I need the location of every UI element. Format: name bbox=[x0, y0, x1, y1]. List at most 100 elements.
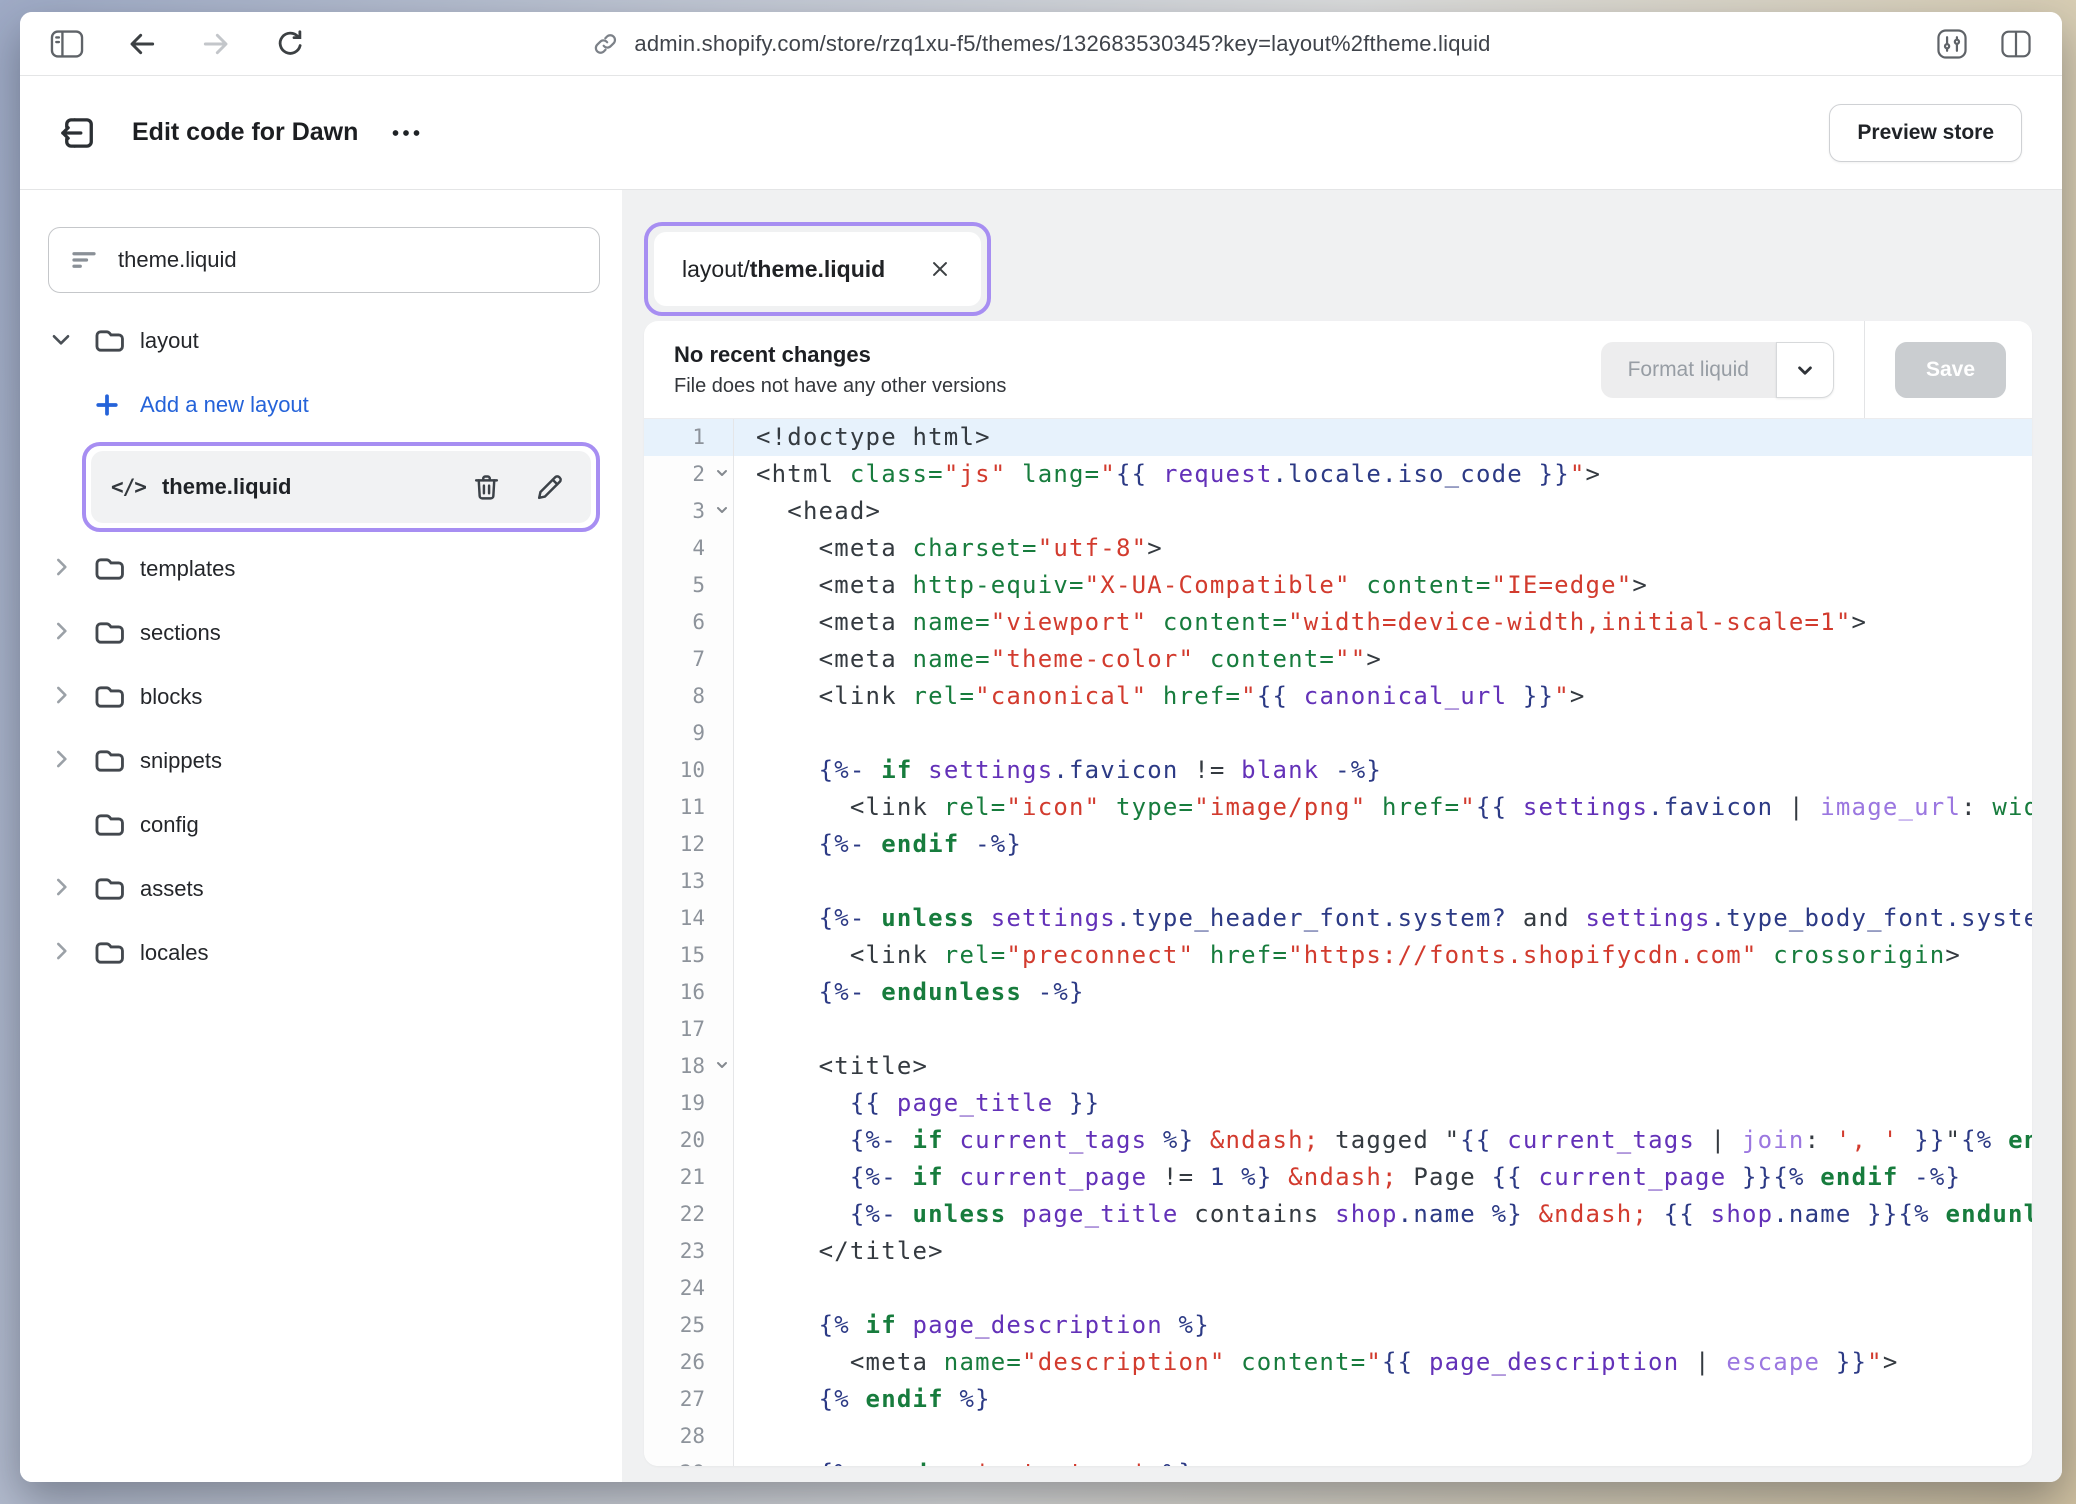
line-number: 18 bbox=[644, 1048, 734, 1085]
sidebar-item-locales[interactable]: locales bbox=[48, 921, 600, 985]
code-line[interactable]: 7 <meta name="theme-color" content=""> bbox=[644, 641, 2032, 678]
line-number: 4 bbox=[644, 530, 734, 567]
code-editor[interactable]: 1 <!doctype html> 2 <html class="js" lan… bbox=[644, 419, 2032, 1466]
code-line[interactable]: 4 <meta charset="utf-8"> bbox=[644, 530, 2032, 567]
code-line[interactable]: 8 <link rel="canonical" href="{{ canonic… bbox=[644, 678, 2032, 715]
line-number: 19 bbox=[644, 1085, 734, 1122]
code-line[interactable]: 16 {%- endunless -%} bbox=[644, 974, 2032, 1011]
file-filter-box[interactable] bbox=[48, 227, 600, 293]
tab-theme-liquid[interactable]: layout/theme.liquid bbox=[654, 232, 981, 306]
code-line[interactable]: 15 <link rel="preconnect" href="https://… bbox=[644, 937, 2032, 974]
chevron-right-icon bbox=[48, 874, 74, 905]
code-line[interactable]: 29 {% render 'meta-tags' %} bbox=[644, 1455, 2032, 1466]
code-line[interactable]: 21 {%- if current_page != 1 %} &ndash; P… bbox=[644, 1159, 2032, 1196]
format-liquid-button[interactable]: Format liquid bbox=[1601, 342, 1776, 398]
code-line[interactable]: 20 {%- if current_tags %} &ndash; tagged… bbox=[644, 1122, 2032, 1159]
code-line[interactable]: 26 <meta name="description" content="{{ … bbox=[644, 1344, 2032, 1381]
code-line[interactable]: 24 bbox=[644, 1270, 2032, 1307]
line-number: 22 bbox=[644, 1196, 734, 1233]
tab-path-prefix: layout/ bbox=[682, 256, 750, 283]
code-line[interactable]: 17 bbox=[644, 1011, 2032, 1048]
header-divider bbox=[1864, 321, 1865, 418]
fold-chevron-icon[interactable] bbox=[714, 1057, 730, 1073]
file-filter-input[interactable] bbox=[116, 246, 579, 274]
line-number: 16 bbox=[644, 974, 734, 1011]
code-line[interactable]: 18 <title> bbox=[644, 1048, 2032, 1085]
line-number: 2 bbox=[644, 456, 734, 493]
folder-icon bbox=[92, 808, 134, 842]
sidebar-item-assets[interactable]: assets bbox=[48, 857, 600, 921]
line-number: 8 bbox=[644, 678, 734, 715]
browser-window: admin.shopify.com/store/rzq1xu-f5/themes… bbox=[20, 12, 2062, 1482]
page-settings-icon[interactable] bbox=[1936, 28, 1968, 60]
tab-highlight-outline: layout/theme.liquid bbox=[644, 222, 991, 316]
file-sidebar: layout Add a new layout </> theme.liquid… bbox=[20, 190, 622, 1482]
line-number: 12 bbox=[644, 826, 734, 863]
sidebar-item-sections[interactable]: sections bbox=[48, 601, 600, 665]
format-options-caret[interactable] bbox=[1776, 342, 1834, 398]
folder-icon bbox=[92, 936, 134, 970]
sidebar-item-blocks[interactable]: blocks bbox=[48, 665, 600, 729]
delete-file-icon[interactable] bbox=[471, 472, 502, 503]
line-number: 20 bbox=[644, 1122, 734, 1159]
code-line[interactable]: 9 bbox=[644, 715, 2032, 752]
sidebar-item-theme-liquid[interactable]: </> theme.liquid bbox=[91, 451, 591, 523]
code-line[interactable]: 13 bbox=[644, 863, 2032, 900]
address-bar[interactable]: admin.shopify.com/store/rzq1xu-f5/themes… bbox=[591, 12, 1490, 75]
line-number: 29 bbox=[644, 1455, 734, 1466]
code-line[interactable]: 10 {%- if settings.favicon != blank -%} bbox=[644, 752, 2032, 789]
fold-chevron-icon[interactable] bbox=[714, 465, 730, 481]
browser-toolbar: admin.shopify.com/store/rzq1xu-f5/themes… bbox=[20, 12, 2062, 76]
code-line[interactable]: 12 {%- endif -%} bbox=[644, 826, 2032, 863]
code-file-icon: </> bbox=[111, 475, 146, 499]
folder-icon bbox=[92, 680, 134, 714]
line-number: 5 bbox=[644, 567, 734, 604]
code-line[interactable]: 5 <meta http-equiv="X-UA-Compatible" con… bbox=[644, 567, 2032, 604]
exit-editor-icon[interactable] bbox=[58, 112, 100, 154]
sidebar-item-config[interactable]: config bbox=[48, 793, 600, 857]
page-title: Edit code for Dawn bbox=[132, 118, 358, 147]
line-number: 24 bbox=[644, 1270, 734, 1307]
chevron-right-icon bbox=[48, 618, 74, 649]
editor-panel: layout/theme.liquid No recent changes Fi… bbox=[622, 190, 2062, 1482]
forward-icon[interactable] bbox=[200, 28, 232, 60]
code-line[interactable]: 27 {% endif %} bbox=[644, 1381, 2032, 1418]
more-actions-icon[interactable] bbox=[388, 115, 424, 151]
code-line[interactable]: 11 <link rel="icon" type="image/png" hre… bbox=[644, 789, 2032, 826]
code-line[interactable]: 23 </title> bbox=[644, 1233, 2032, 1270]
code-line[interactable]: 6 <meta name="viewport" content="width=d… bbox=[644, 604, 2032, 641]
code-line[interactable]: 2 <html class="js" lang="{{ request.loca… bbox=[644, 456, 2032, 493]
sidebar-item-templates[interactable]: templates bbox=[48, 537, 600, 601]
version-title: No recent changes bbox=[674, 342, 1006, 368]
reload-icon[interactable] bbox=[274, 28, 306, 60]
back-icon[interactable] bbox=[126, 28, 158, 60]
sidebar-item-snippets[interactable]: snippets bbox=[48, 729, 600, 793]
save-button[interactable]: Save bbox=[1895, 342, 2006, 398]
add-new-layout-button[interactable]: Add a new layout bbox=[48, 373, 600, 437]
sidebar-toggle-icon[interactable] bbox=[50, 29, 84, 59]
chevron-right-icon bbox=[48, 938, 74, 969]
line-number: 10 bbox=[644, 752, 734, 789]
plus-icon bbox=[92, 390, 134, 420]
line-number: 13 bbox=[644, 863, 734, 900]
chevron-right-icon bbox=[48, 554, 74, 585]
split-view-icon[interactable] bbox=[2000, 29, 2032, 59]
preview-store-button[interactable]: Preview store bbox=[1829, 104, 2022, 162]
line-number: 11 bbox=[644, 789, 734, 826]
code-line[interactable]: 3 <head> bbox=[644, 493, 2032, 530]
close-tab-icon[interactable] bbox=[927, 256, 953, 282]
folder-icon bbox=[92, 744, 134, 778]
editor-card: No recent changes File does not have any… bbox=[644, 321, 2032, 1466]
line-number: 17 bbox=[644, 1011, 734, 1048]
sidebar-item-layout[interactable]: layout bbox=[48, 309, 600, 373]
code-line[interactable]: 22 {%- unless page_title contains shop.n… bbox=[644, 1196, 2032, 1233]
line-number: 7 bbox=[644, 641, 734, 678]
code-line[interactable]: 25 {% if page_description %} bbox=[644, 1307, 2032, 1344]
fold-chevron-icon[interactable] bbox=[714, 502, 730, 518]
code-line[interactable]: 1 <!doctype html> bbox=[644, 419, 2032, 456]
rename-file-icon[interactable] bbox=[534, 472, 565, 503]
code-line[interactable]: 19 {{ page_title }} bbox=[644, 1085, 2032, 1122]
code-line[interactable]: 28 bbox=[644, 1418, 2032, 1455]
chevron-down-icon bbox=[48, 326, 74, 357]
code-line[interactable]: 14 {%- unless settings.type_header_font.… bbox=[644, 900, 2032, 937]
